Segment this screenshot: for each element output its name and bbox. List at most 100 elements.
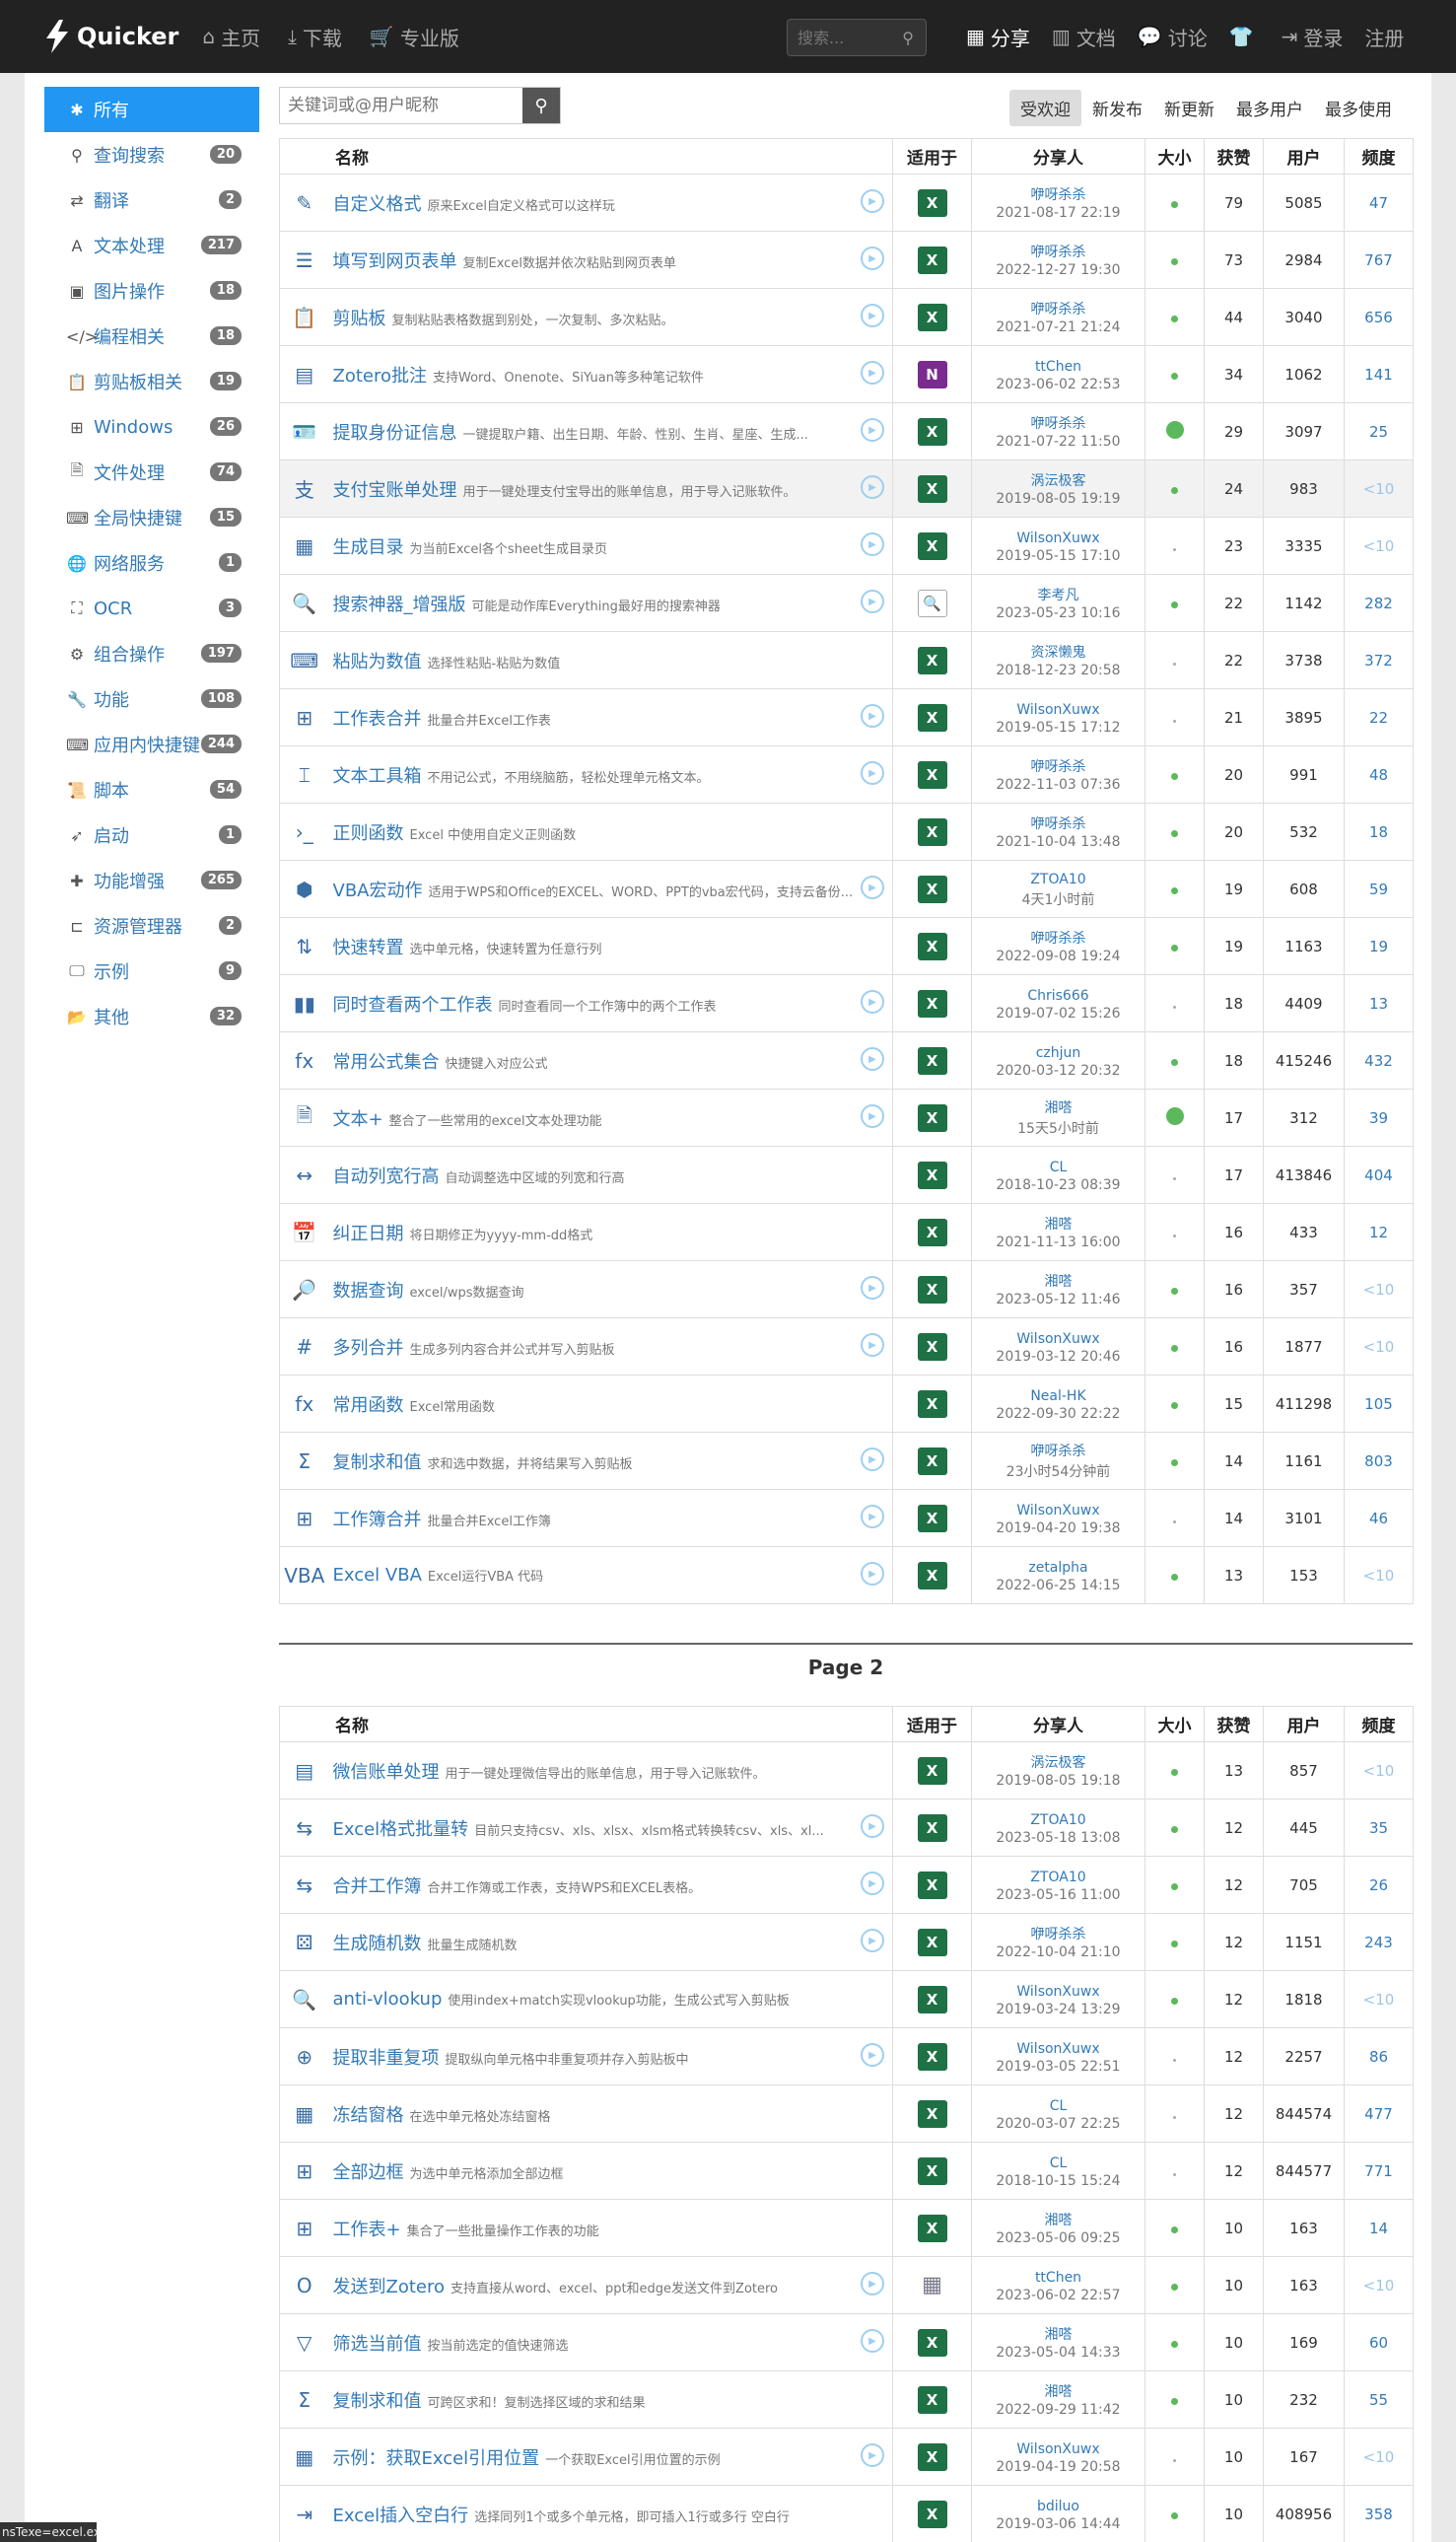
table-row[interactable]: ⇆ Excel格式批量转 目前只支持csv、xls、xlsx、xlsm格式转换转cs…	[279, 1799, 1414, 1857]
action-name-link[interactable]: anti-vlookup	[333, 1989, 443, 2010]
table-row[interactable]: 🔍 搜索神器_增强版 可能是动作库Everything最好用的搜索神器 ▶ 🔍 李考凡 20…	[279, 574, 1414, 632]
sidebar-item-18[interactable]: ⊏ 资源管理器 2	[44, 903, 259, 949]
table-row[interactable]: ↔ 自动列宽行高 自动调整选中区域的列宽和行高 X CL 2018-10-23 08:39…	[279, 1146, 1414, 1204]
sort-tab-3[interactable]: 最多用户	[1225, 90, 1314, 126]
header-size[interactable]: 大小	[1144, 138, 1205, 175]
keyword-search-input[interactable]	[280, 88, 522, 123]
sharer-link[interactable]: 涡沄极客	[972, 471, 1144, 491]
action-name-link[interactable]: 复制求和值	[333, 1452, 422, 1473]
table-row[interactable]: ▤ 微信账单处理 用于一键处理微信导出的账单信息，用于导入记账软件。 X 涡沄极客 201…	[279, 1741, 1414, 1800]
sidebar-item-3[interactable]: A 文本处理 217	[44, 223, 259, 268]
action-name-link[interactable]: 常用公式集合	[333, 1052, 440, 1073]
header-name[interactable]: 名称	[279, 1706, 893, 1742]
action-name-link[interactable]: Zotero批注	[333, 366, 428, 387]
action-name-link[interactable]: 提取身份证信息	[333, 423, 457, 444]
nav-right-link-1[interactable]: ▥ 文档	[1052, 23, 1116, 51]
action-name-link[interactable]: 提取非重复项	[333, 2048, 440, 2069]
sharer-link[interactable]: CL	[972, 2096, 1144, 2116]
sidebar-item-14[interactable]: ⌨ 应用内快捷键 244	[44, 722, 259, 767]
play-icon[interactable]: ▶	[861, 1104, 884, 1128]
sharer-link[interactable]: 咿呀杀杀	[972, 300, 1144, 319]
header-freq[interactable]: 频度	[1344, 138, 1414, 175]
top-search[interactable]: ⚲	[787, 19, 927, 56]
play-icon[interactable]: ▶	[861, 876, 884, 899]
sidebar-item-17[interactable]: ✚ 功能增强 265	[44, 858, 259, 903]
sharer-link[interactable]: 湘嗒	[972, 1098, 1144, 1118]
table-row[interactable]: ✎ 自定义格式 原来Excel自定义格式可以这样玩 ▶ X 咿呀杀杀 2021-08-17 …	[279, 174, 1414, 232]
action-name-link[interactable]: 生成随机数	[333, 1934, 422, 1954]
header-app[interactable]: 适用于	[892, 1706, 972, 1742]
play-icon[interactable]: ▶	[861, 361, 884, 385]
action-name-link[interactable]: Excel VBA	[333, 1565, 422, 1586]
play-icon[interactable]: ▶	[861, 1871, 884, 1895]
sidebar-item-11[interactable]: ⛶ OCR 3	[44, 586, 259, 631]
header-name[interactable]: 名称	[279, 138, 893, 175]
nav-right-link-4[interactable]: ⇥ 登录	[1282, 23, 1344, 51]
sharer-link[interactable]: WilsonXuwx	[972, 2039, 1144, 2059]
sharer-link[interactable]: 咿呀杀杀	[972, 414, 1144, 434]
sharer-link[interactable]: 咿呀杀杀	[972, 185, 1144, 205]
sharer-link[interactable]: 湘嗒	[972, 2325, 1144, 2345]
play-icon[interactable]: ▶	[861, 418, 884, 442]
table-row[interactable]: ⊕ 提取非重复项 提取纵向单元格中非重复项并存入剪贴板中 ▶ X WilsonXuwx 20…	[279, 2027, 1414, 2085]
table-row[interactable]: ▦ 生成目录 为当前Excel各个sheet生成目录页 ▶ X WilsonXuwx 201…	[279, 517, 1414, 575]
play-icon[interactable]: ▶	[861, 704, 884, 728]
table-row[interactable]: Σ 复制求和值 求和选中数据，并将结果写入剪贴板 ▶ X 咿呀杀杀 23小时54分钟前 14 1…	[279, 1432, 1414, 1490]
table-row[interactable]: ▽ 筛选当前值 按当前选定的值快速筛选 ▶ X 湘嗒 2023-05-04 14:33 10 1…	[279, 2313, 1414, 2371]
sharer-link[interactable]: czhjun	[972, 1043, 1144, 1063]
sidebar-item-10[interactable]: 🌐 网络服务 1	[44, 540, 259, 586]
action-name-link[interactable]: 全部边框	[333, 2162, 404, 2183]
play-icon[interactable]: ▶	[861, 990, 884, 1014]
action-name-link[interactable]: 筛选当前值	[333, 2334, 422, 2355]
sharer-link[interactable]: CL	[972, 1158, 1144, 1177]
nav-right-link-3[interactable]: 👕	[1229, 25, 1260, 48]
play-icon[interactable]: ▶	[861, 1333, 884, 1357]
sharer-link[interactable]: 湘嗒	[972, 1272, 1144, 1292]
sharer-link[interactable]: 李考凡	[972, 586, 1144, 605]
play-icon[interactable]: ▶	[861, 2443, 884, 2467]
action-name-link[interactable]: 示例：获取Excel引用位置	[333, 2448, 540, 2469]
header-size[interactable]: 大小	[1144, 1706, 1205, 1742]
sidebar-item-4[interactable]: ▣ 图片操作 18	[44, 268, 259, 314]
sidebar-item-12[interactable]: ⚙ 组合操作 197	[44, 631, 259, 676]
sharer-link[interactable]: 咿呀杀杀	[972, 757, 1144, 777]
action-name-link[interactable]: 工作表+	[333, 2220, 401, 2240]
table-row[interactable]: ⊞ 工作簿合并 批量合并Excel工作簿 ▶ X WilsonXuwx 2019-04-20…	[279, 1489, 1414, 1547]
search-icon[interactable]: ⚲	[902, 29, 914, 47]
sharer-link[interactable]: WilsonXuwx	[972, 700, 1144, 720]
play-icon[interactable]: ▶	[861, 475, 884, 499]
header-likes[interactable]: 获赞	[1204, 138, 1264, 175]
action-name-link[interactable]: 工作表合并	[333, 709, 422, 730]
play-icon[interactable]: ▶	[861, 1276, 884, 1300]
search-button[interactable]: ⚲	[522, 88, 560, 123]
play-icon[interactable]: ▶	[861, 590, 884, 613]
action-name-link[interactable]: 填写到网页表单	[333, 251, 457, 272]
sharer-link[interactable]: 湘嗒	[972, 1215, 1144, 1235]
table-row[interactable]: Σ 复制求和值 可跨区求和！复制选择区域的求和结果 X 湘嗒 2022-09-29 11:…	[279, 2370, 1414, 2429]
table-row[interactable]: 🪪 提取身份证信息 一键提取户籍、出生日期、年龄、性别、生肖、星座、生成... ▶ X 咿…	[279, 402, 1414, 460]
sharer-link[interactable]: CL	[972, 2154, 1144, 2173]
sidebar-item-5[interactable]: </> 编程相关 18	[44, 314, 259, 359]
nav-link-2[interactable]: 🛒 专业版	[370, 23, 459, 51]
sharer-link[interactable]: 资深懒鬼	[972, 643, 1144, 663]
sharer-link[interactable]: WilsonXuwx	[972, 2439, 1144, 2459]
sharer-link[interactable]: Chris666	[972, 986, 1144, 1006]
sharer-link[interactable]: 咿呀杀杀	[972, 814, 1144, 834]
action-name-link[interactable]: 发送到Zotero	[333, 2277, 446, 2297]
table-row[interactable]: fx 常用公式集合 快捷键入对应公式 ▶ Xczhjun 2020-03-12 20:32…	[279, 1031, 1414, 1090]
action-name-link[interactable]: 复制求和值	[333, 2391, 422, 2412]
sidebar-item-19[interactable]: 🖵 示例 9	[44, 949, 259, 994]
play-icon[interactable]: ▶	[861, 189, 884, 213]
sharer-link[interactable]: 涡沄极客	[972, 1753, 1144, 1773]
action-name-link[interactable]: 常用函数	[333, 1395, 404, 1416]
nav-right-link-5[interactable]: 注册	[1364, 23, 1404, 51]
table-row[interactable]: ▤ Zotero批注 支持Word、Onenote、SiYuan等多种笔记软件 ▶ Nt…	[279, 345, 1414, 403]
play-icon[interactable]: ▶	[861, 2272, 884, 2295]
play-icon[interactable]: ▶	[861, 532, 884, 556]
brand-logo[interactable]: Quicker	[43, 20, 178, 53]
sidebar-item-9[interactable]: ⌨ 全局快捷键 15	[44, 495, 259, 540]
sharer-link[interactable]: Neal-HK	[972, 1386, 1144, 1406]
table-row[interactable]: 📅 纠正日期 将日期修正为yyyy-mm-dd格式 X 湘嗒 2021-11-13 16:…	[279, 1203, 1414, 1261]
action-name-link[interactable]: Excel格式批量转	[333, 1819, 469, 1840]
sharer-link[interactable]: 咿呀杀杀	[972, 929, 1144, 949]
